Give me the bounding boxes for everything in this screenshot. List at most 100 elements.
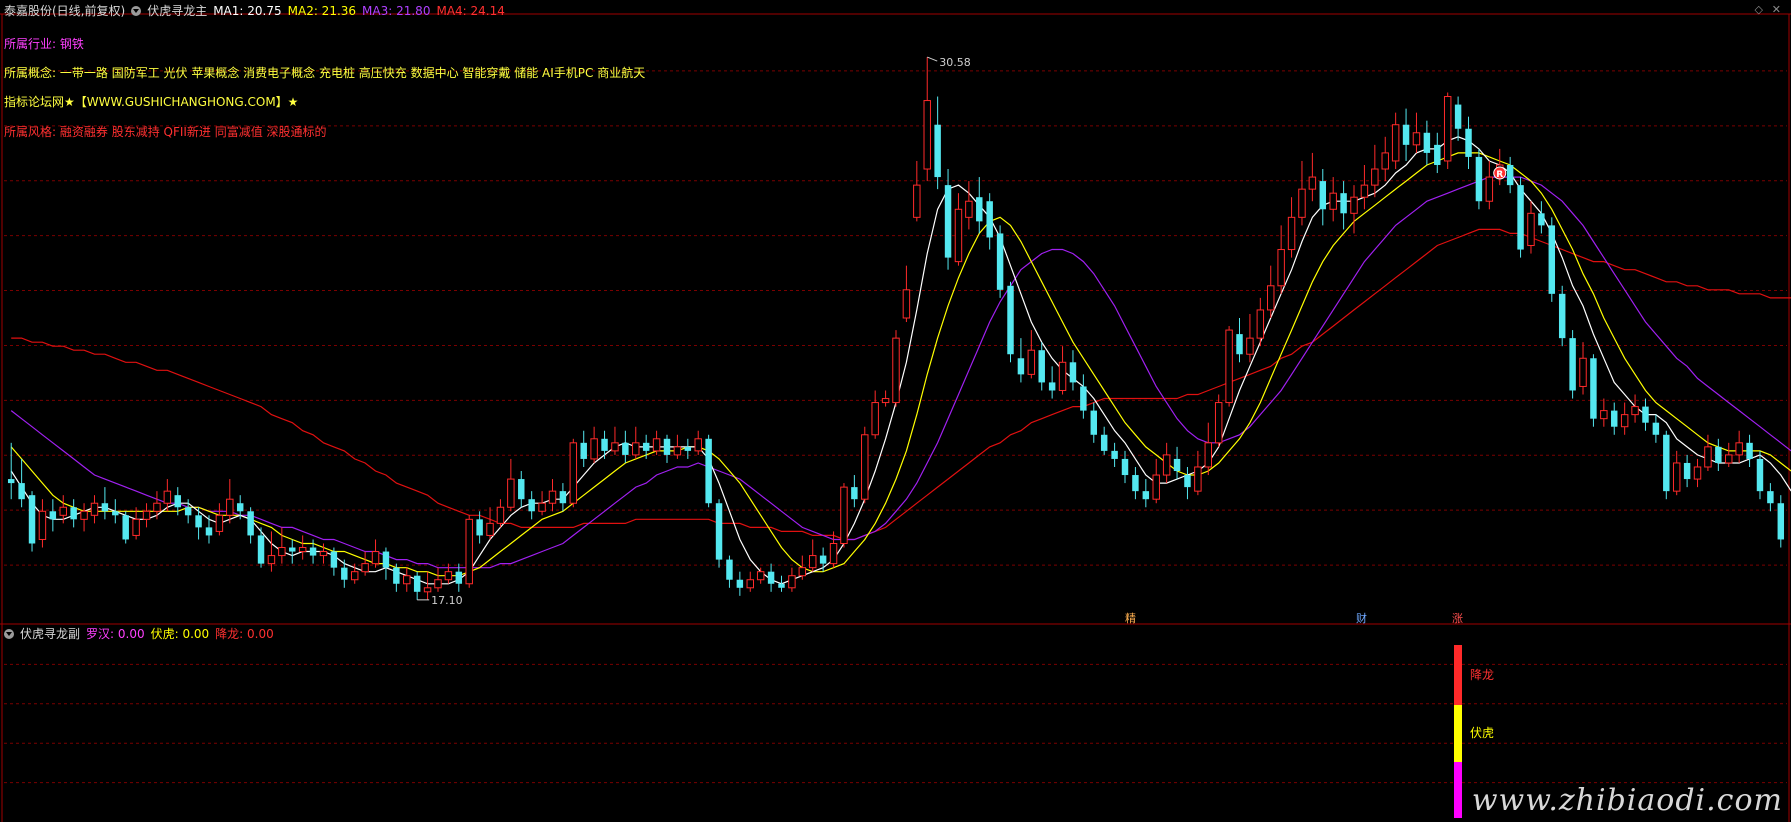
style-value: 融资融券 股东减持 QFII新进 同富减值 深股通标的: [59, 125, 327, 139]
dropdown-icon[interactable]: [131, 6, 142, 16]
candle-body: [257, 535, 265, 564]
candle-body: [1204, 442, 1213, 468]
candle-body: [1600, 410, 1608, 420]
candle-body: [1236, 334, 1243, 355]
candle-body: [350, 571, 359, 581]
candle-body: [1443, 96, 1452, 162]
luohan-readout: 罗汉: 0.00: [86, 627, 145, 641]
jing-marker[interactable]: 精: [1125, 610, 1136, 626]
candle-body: [954, 208, 963, 263]
candle-body: [309, 547, 317, 556]
candle-body: [278, 547, 286, 557]
candle-body: [215, 514, 224, 532]
candle-body: [1038, 350, 1045, 383]
ma1-readout: MA1: 20.75: [213, 4, 282, 18]
candle-body: [184, 507, 192, 516]
candle-body: [122, 515, 129, 540]
candle-body: [1704, 446, 1712, 468]
candle-body: [1111, 450, 1118, 459]
candle-body: [80, 510, 88, 520]
candle-body: [1225, 329, 1233, 404]
industry-line: 所属行业: 钢铁: [4, 35, 84, 52]
sub-indicator-name[interactable]: 伏虎寻龙副: [20, 627, 80, 641]
candle-body: [715, 503, 723, 560]
dropdown-icon[interactable]: [4, 629, 14, 639]
candle-body: [1569, 338, 1576, 391]
candle-body: [1527, 212, 1535, 247]
stock-name[interactable]: 泰嘉股份(日线,前复权): [4, 4, 125, 18]
candle-body: [1173, 458, 1181, 472]
candle-body: [944, 185, 952, 258]
candle-body: [195, 515, 202, 528]
cai-marker[interactable]: 财: [1356, 610, 1367, 626]
candle-body: [70, 507, 77, 520]
candle-body: [601, 438, 608, 451]
candle-body: [496, 506, 505, 524]
candle-body: [1548, 225, 1556, 294]
candle-body: [403, 575, 411, 585]
candle-body: [1683, 462, 1691, 480]
candle-body: [1538, 213, 1545, 226]
candle-body: [90, 502, 99, 516]
high-label: 30.58: [939, 56, 971, 69]
candle-body: [455, 571, 463, 584]
candle-body: [1693, 466, 1702, 480]
candle-body: [622, 442, 629, 455]
candle-body: [1402, 124, 1410, 145]
candle-body: [1475, 156, 1483, 202]
candle-body: [1152, 474, 1160, 500]
candle-body: [1058, 361, 1067, 391]
restore-icon[interactable]: ◇: [1755, 3, 1763, 16]
ma1-line: [10, 136, 1791, 585]
candle-body: [746, 579, 754, 589]
candle-body: [465, 518, 473, 585]
candle-body: [1434, 144, 1441, 165]
concept-label: 所属概念:: [4, 66, 57, 80]
candle-body: [413, 575, 421, 592]
candle-body: [174, 495, 181, 508]
candle-body: [1652, 422, 1660, 435]
industry-value: 钢铁: [59, 37, 84, 51]
close-icon[interactable]: ✕: [1772, 3, 1781, 16]
candle-body: [1007, 285, 1014, 355]
style-label: 所属风格:: [4, 125, 57, 139]
sub-header: 伏虎寻龙副 罗汉: 0.00 伏虎: 0.00 降龙: 0.00: [4, 627, 280, 641]
candle-body: [913, 184, 921, 218]
candle-body: [861, 434, 869, 500]
candle-body: [1090, 410, 1098, 435]
candle-body: [1485, 176, 1494, 202]
candle-body: [778, 583, 785, 588]
candle-body: [434, 579, 442, 589]
candle-body: [976, 197, 983, 222]
indicator-name[interactable]: 伏虎寻龙主: [147, 4, 207, 18]
candle-body: [705, 438, 712, 504]
candle-body: [267, 555, 276, 565]
candle-body: [18, 483, 25, 500]
xianglong-legend: 降龙: [1470, 668, 1495, 682]
candle-body: [1777, 503, 1785, 540]
candle-body: [59, 506, 67, 516]
candle-body: [1412, 132, 1421, 146]
candle-body: [319, 551, 328, 557]
candle-body: [1381, 152, 1389, 170]
candle-body: [1767, 491, 1774, 504]
candle-body: [518, 479, 525, 500]
candle-body: [486, 522, 494, 536]
candle-body: [112, 511, 119, 516]
ma3-readout: MA3: 21.80: [362, 4, 431, 18]
candle-body: [1142, 491, 1150, 500]
main-header: 泰嘉股份(日线,前复权) 伏虎寻龙主 MA1: 20.75 MA2: 21.36 MA3…: [4, 4, 511, 18]
candle-body: [611, 442, 619, 452]
candle-body: [1319, 181, 1327, 210]
candle-body: [341, 567, 348, 580]
r-badge-label: R: [1496, 170, 1503, 180]
candle-body: [934, 124, 941, 178]
candle-body: [538, 502, 546, 512]
chart-window: 30.58 17.10 R 泰嘉股份(日线,前复权) 伏虎寻龙主 MA1: 20.75 M…: [0, 0, 1791, 822]
candle-body: [1506, 164, 1514, 186]
zhang-marker[interactable]: 涨: [1452, 610, 1463, 626]
high-arrow: [927, 56, 938, 62]
candle-body: [1620, 414, 1629, 428]
fuhu-readout: 伏虎: 0.00: [150, 627, 210, 641]
candle-body: [1423, 132, 1431, 153]
